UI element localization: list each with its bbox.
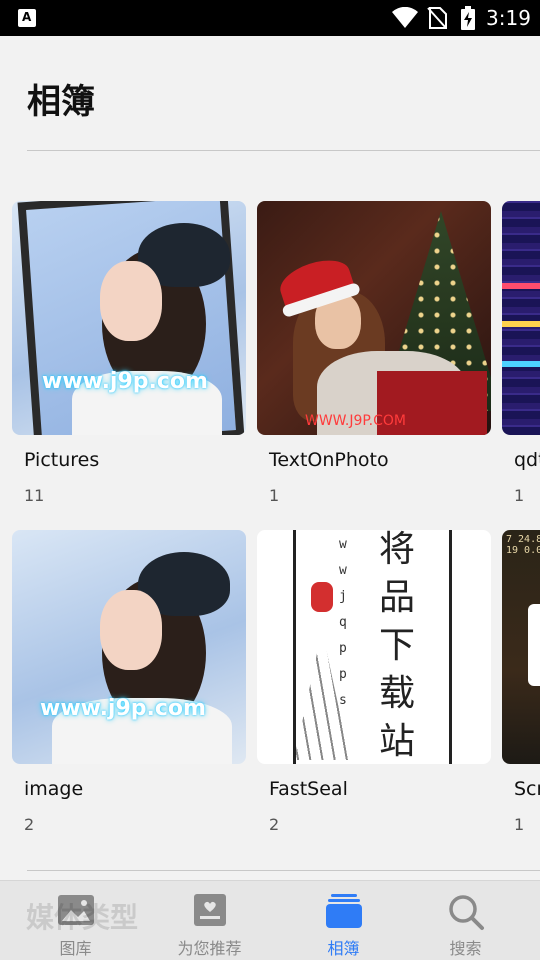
screen-bar <box>502 361 540 367</box>
album-thumbnail[interactable]: 7 24.827 19 0.0.0 <box>502 530 540 764</box>
status-time: 3:19 <box>486 6 531 30</box>
next-section-heading: 媒体类型 <box>26 901 139 934</box>
game-hud-text: 7 24.827 19 0.0.0 <box>506 534 540 556</box>
seal-stamp-icon <box>311 582 333 612</box>
for-you-icon <box>193 894 226 926</box>
albums-icon <box>325 894 362 928</box>
decor-line <box>449 530 452 764</box>
face-shape <box>100 261 162 341</box>
tab-albums[interactable]: 相簿 <box>276 881 411 960</box>
album-name: image <box>24 778 84 800</box>
album-grid[interactable]: www.j9p.com Pictures 11 WWW.J9P.COM Text… <box>0 200 540 850</box>
album-name: Pictures <box>24 449 100 471</box>
section-divider <box>27 870 540 871</box>
tab-search[interactable]: 搜索 <box>398 881 533 960</box>
album-count: 1 <box>269 486 280 505</box>
header-divider <box>27 150 540 151</box>
seal-column-text: w w j q p p s <box>339 537 347 708</box>
tab-label: 相簿 <box>327 939 360 958</box>
search-icon <box>448 895 484 930</box>
album-name: FastSeal <box>269 778 348 800</box>
album-count: 1 <box>514 815 525 834</box>
tab-label: 为您推荐 <box>177 939 242 958</box>
status-bar: 3:19 <box>0 0 540 36</box>
watermark-text: www.j9p.com <box>40 696 206 721</box>
tab-label: 搜索 <box>449 939 482 958</box>
album-count: 2 <box>269 815 280 834</box>
album-thumbnail[interactable]: www.j9p.com <box>12 530 246 764</box>
tab-for-you[interactable]: 为您推荐 <box>142 881 277 960</box>
screen-bar <box>502 321 540 327</box>
no-sim-icon <box>427 7 447 29</box>
album-thumbnail[interactable]: w w j q p p s 将 品 下 载 站 <box>257 530 491 764</box>
a-icon <box>18 9 36 27</box>
album-name: Scr <box>514 778 540 800</box>
album-thumbnail[interactable] <box>502 201 540 435</box>
game-popup <box>528 604 540 686</box>
album-count: 1 <box>514 486 525 505</box>
battery-charging-icon <box>461 6 475 30</box>
album-name: TextOnPhoto <box>269 449 389 471</box>
decor-line <box>293 530 296 764</box>
album-thumbnail[interactable]: WWW.J9P.COM <box>257 201 491 435</box>
tab-label: 图库 <box>59 939 92 958</box>
wifi-icon <box>392 7 418 28</box>
face-shape <box>100 590 162 670</box>
page-title: 相簿 <box>27 82 95 122</box>
album-thumbnail[interactable]: www.j9p.com <box>12 201 246 435</box>
album-count: 2 <box>24 815 35 834</box>
watermark-text: www.j9p.com <box>42 369 208 394</box>
screen-bar <box>502 283 540 289</box>
watermark-text: WWW.J9P.COM <box>305 413 406 429</box>
seal-big-text: 将 品 下 载 站 <box>378 530 415 762</box>
album-count: 11 <box>24 486 45 505</box>
album-name: qdt <box>514 449 540 471</box>
